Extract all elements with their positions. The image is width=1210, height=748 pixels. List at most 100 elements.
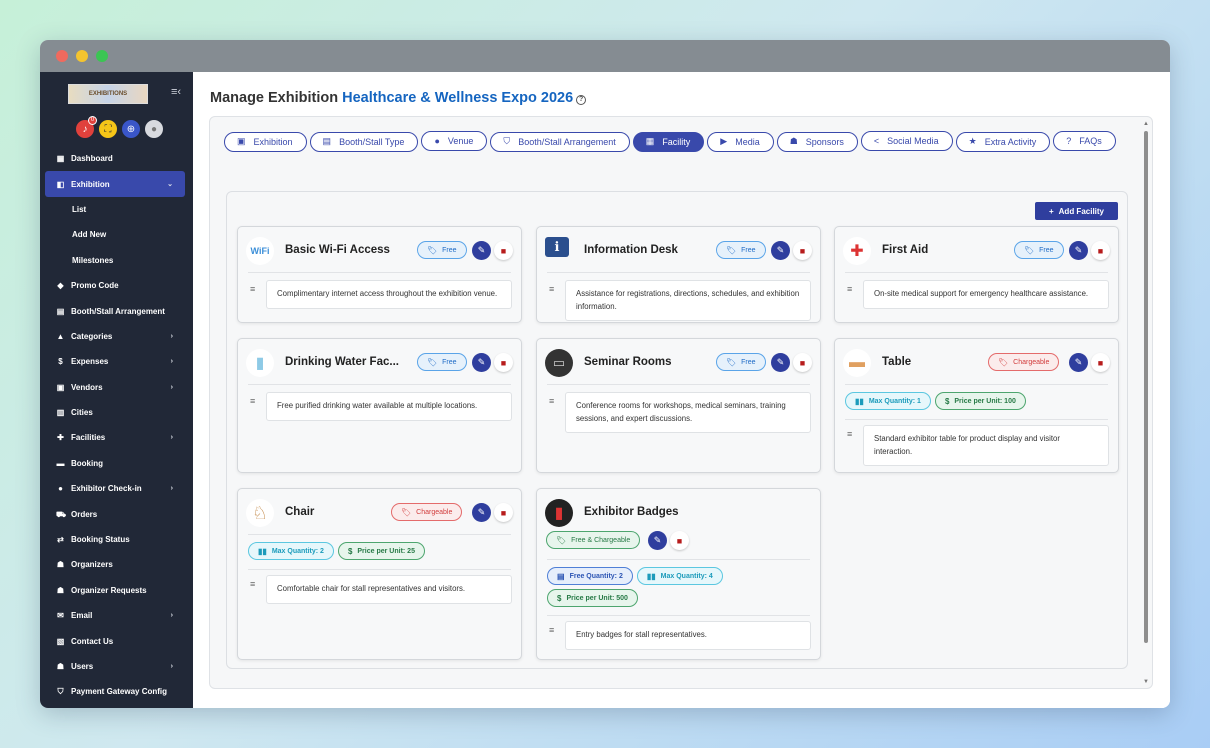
tab-faqs[interactable]: ? FAQs [1053,131,1116,151]
vertical-scrollbar[interactable]: ▲ ▼ [1143,121,1149,685]
booking-icon: ▬ [56,458,65,468]
user-avatar-icon[interactable]: ● [145,120,163,138]
main-content: Manage Exhibition Healthcare & Wellness … [193,72,1170,708]
sidebar-item-orders[interactable]: ⛟ Orders [40,501,193,526]
edit-button[interactable]: ✎ [472,353,491,372]
sidebar-item-vendors[interactable]: ▣ Vendors › [40,375,193,400]
collapse-sidebar-icon[interactable]: ≡‹ [171,86,183,98]
sidebar-item-label: Categories [71,331,113,341]
sidebar-item-booking-status[interactable]: ⇄ Booking Status [40,527,193,552]
tab-exhibition[interactable]: ▣ Exhibition [224,131,307,152]
sidebar-item-booth-stall-arrangement[interactable]: ▤ Booth/Stall Arrangement [40,298,193,323]
edit-button[interactable]: ✎ [648,531,667,550]
sidebar-item-exhibitor-check-in[interactable]: ● Exhibitor Check-in › [40,476,193,501]
tab-sponsors[interactable]: ☗ Sponsors [776,131,858,152]
sidebar-item-exhibition[interactable]: ◧ Exhibition ⌄ [45,171,185,197]
facility-type-label: Chargeable [1013,358,1050,366]
sidebar-item-cities[interactable]: ▥ Cities [40,400,193,425]
page-title-prefix: Manage Exhibition [210,90,339,106]
app-logo[interactable]: EXHIBITIONS [68,84,148,104]
sidebar-item-dashboard[interactable]: ▦ Dashboard [40,146,193,171]
maximize-window-button[interactable] [96,50,108,62]
building-icon: ▦ [645,136,655,146]
delete-button[interactable]: ■ [793,353,812,372]
facility-description: On-site medical support for emergency he… [863,280,1109,309]
help-icon[interactable]: ? [576,95,587,105]
tab-media[interactable]: ▶ Media [707,131,774,152]
sidebar-item-email[interactable]: ✉ Email › [40,603,193,628]
trash-icon: ■ [1097,245,1104,256]
sidebar-item-label: Email [71,611,93,621]
facility-name: Exhibitor Badges [584,506,679,518]
question-icon: ? [1066,136,1072,146]
minimize-window-button[interactable] [76,50,88,62]
delete-button[interactable]: ■ [494,503,513,522]
edit-button[interactable]: ✎ [771,353,790,372]
scroll-down-arrow-icon[interactable]: ▼ [1143,679,1149,685]
facility-type-label: Free [1039,246,1054,254]
facility-description: Standard exhibitor table for product dis… [863,425,1109,466]
facilities-icon: ✚ [57,433,64,443]
tab-facility[interactable]: ▦ Facility [632,131,705,152]
add-facility-button[interactable]: + Add Facility [1035,202,1118,220]
sidebar-item-label: Cities [71,408,93,418]
sidebar-item-organizer-requests[interactable]: ☗ Organizer Requests [40,578,193,603]
sidebar-item-organizers[interactable]: ☗ Organizers [40,552,193,577]
facility-type-badge: 🏷 Free [417,353,467,371]
status-icon: ⇄ [57,535,64,545]
sidebar-item-milestones[interactable]: Milestones [40,248,193,273]
free-quantity-icon: ▤ [557,571,565,581]
scroll-up-arrow-icon[interactable]: ▲ [1143,121,1149,127]
delete-button[interactable]: ■ [1091,241,1110,260]
sidebar-item-payment-gateway-config[interactable]: ⛉ Payment Gateway Config [40,679,193,704]
chevron-icon: › [170,434,173,442]
sidebar-item-contact-us[interactable]: ▧ Contact Us [40,628,193,653]
tab-social-media[interactable]: < Social Media [860,131,953,151]
delete-button[interactable]: ■ [670,531,689,550]
edit-button[interactable]: ✎ [1069,353,1088,372]
facility-card-chair: ♘ Chair 🏷 Chargeable ✎ ■ ▮▮ Max Quantity: 2 $ Pri… [237,488,522,660]
exhibition-name: Healthcare & Wellness Expo 2026 [342,90,574,106]
tab-extra-activity[interactable]: ★ Extra Activity [955,131,1051,152]
notification-bell-icon[interactable]: ♪ 0 [76,116,97,138]
globe-icon[interactable]: ⊕ [122,120,140,138]
tab-label: Booth/Stall Arrangement [518,136,616,147]
edit-button[interactable]: ✎ [472,241,491,260]
sidebar-item-add-new[interactable]: Add New [40,222,193,247]
fullscreen-icon[interactable]: ⛶ [99,120,117,138]
delete-button[interactable]: ■ [494,353,513,372]
facility-panel: + Add Facility WiFi Basic Wi-Fi Access 🏷 Fr… [226,191,1128,669]
sidebar-item-users[interactable]: ☗ Users › [40,654,193,679]
sidebar-item-booking[interactable]: ▬ Booking [40,451,193,476]
sidebar-item-categories[interactable]: ▲ Categories › [40,324,193,349]
sidebar-item-facilities[interactable]: ✚ Facilities › [40,425,193,450]
sidebar-item-list[interactable]: List [40,197,193,222]
share-icon: < [873,136,880,146]
delete-button[interactable]: ■ [494,241,513,260]
tab-booth-stall-arrangement[interactable]: ⛉ Booth/Stall Arrangement [490,131,630,152]
booth-type-icon: ▤ [322,136,332,146]
calendar-icon: ▣ [237,136,246,146]
edit-button[interactable]: ✎ [1069,241,1088,260]
trash-icon: ■ [799,245,806,256]
sidebar-item-expenses[interactable]: $ Expenses › [40,349,193,374]
delete-button[interactable]: ■ [793,241,812,260]
sidebar: EXHIBITIONS ≡‹ ♪ 0 ⛶ ⊕ ● ▦ Dashboard ◧ Exhib… [40,72,193,708]
tab-venue[interactable]: ● Venue [421,131,488,151]
pencil-icon: ✎ [1074,245,1083,255]
edit-button[interactable]: ✎ [472,503,491,522]
delete-button[interactable]: ■ [1091,353,1110,372]
facility-description: Entry badges for stall representatives. [565,621,811,650]
tab-label: Venue [447,136,474,146]
facility-name: Seminar Rooms [584,356,672,368]
price-tag-icon: 🏷 [1024,245,1035,255]
organizers-icon: ☗ [56,560,65,570]
tab-booth-stall-type[interactable]: ▤ Booth/Stall Type [309,131,419,152]
scrollbar-thumb[interactable] [1144,131,1148,643]
pencil-icon: ✎ [1074,357,1083,367]
close-window-button[interactable] [56,50,68,62]
edit-button[interactable]: ✎ [771,241,790,260]
sidebar-item-promo-code[interactable]: ◆ Promo Code [40,273,193,298]
categories-icon: ▲ [56,331,65,341]
sidebar-item-label: Booking [71,458,103,468]
